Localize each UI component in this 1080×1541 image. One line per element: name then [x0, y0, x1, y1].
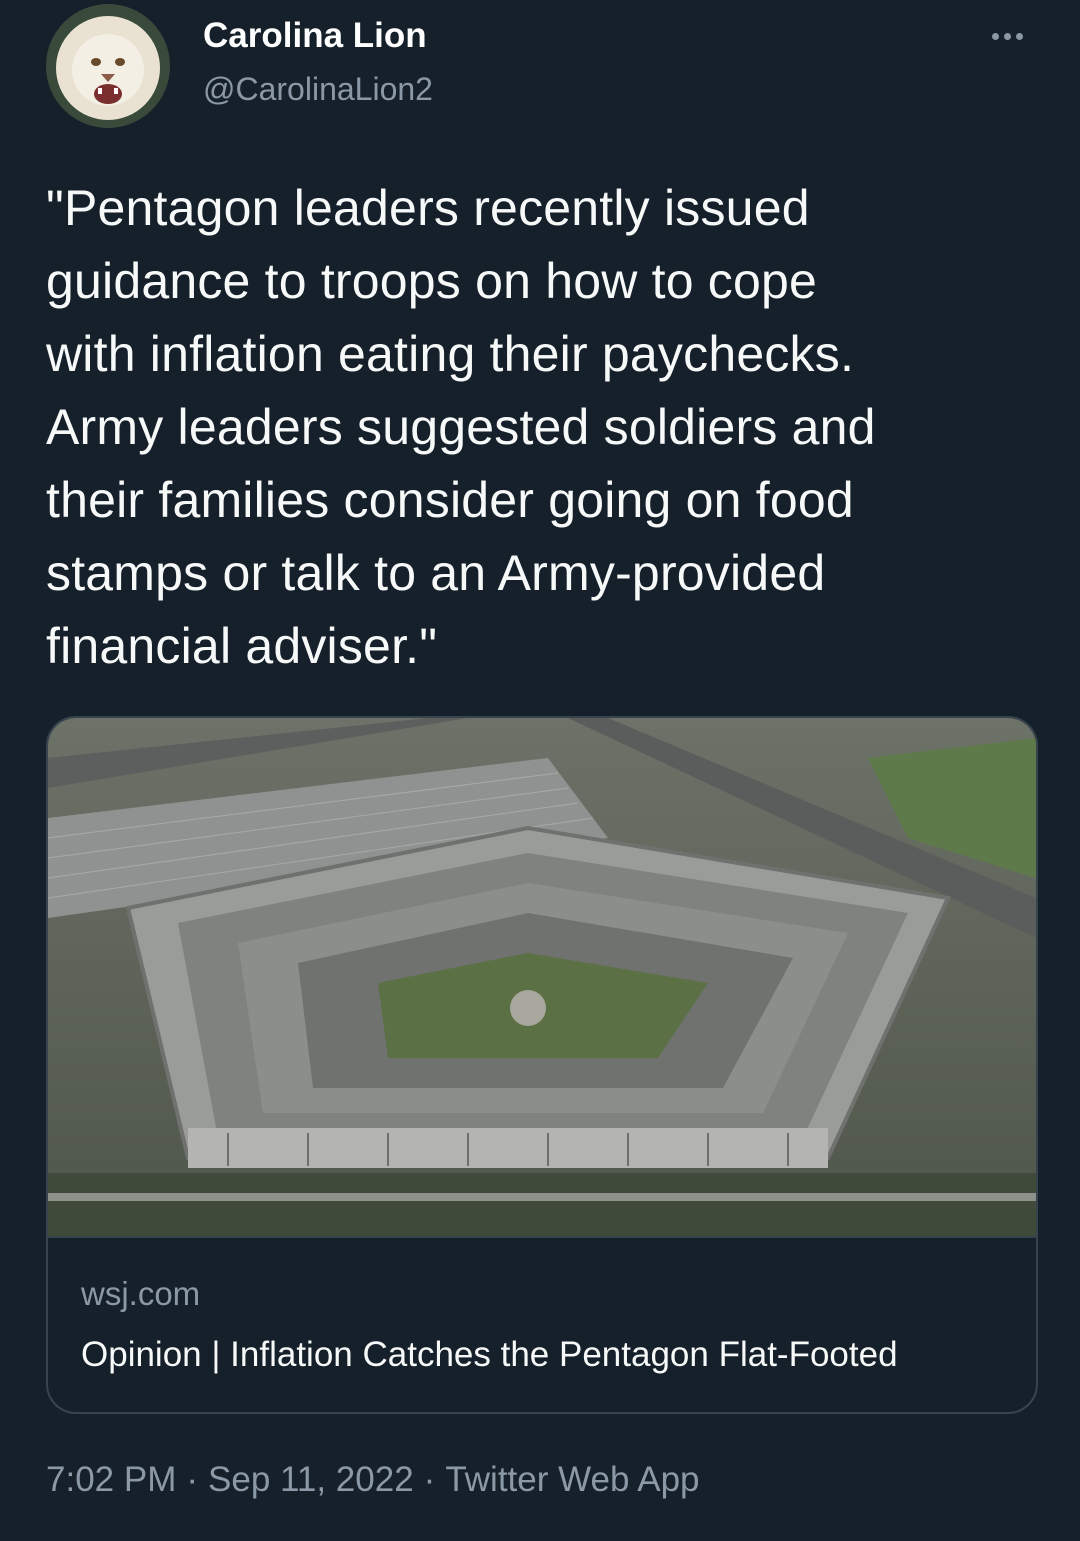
lion-avatar-icon: [46, 4, 170, 128]
meta-separator: ·: [423, 1460, 436, 1499]
more-dot: [1003, 32, 1011, 40]
more-dot: [1015, 32, 1023, 40]
tweet-meta: 7:02 PM · Sep 11, 2022 · Twitter Web App: [46, 1460, 700, 1500]
tweet-time[interactable]: 7:02 PM: [46, 1460, 176, 1499]
card-title: Opinion | Inflation Catches the Pentagon…: [81, 1335, 898, 1374]
link-card[interactable]: wsj.com Opinion | Inflation Catches the …: [46, 716, 1038, 1414]
avatar[interactable]: [46, 4, 170, 128]
author-handle[interactable]: @CarolinaLion2: [203, 71, 433, 108]
pentagon-photo-image: [48, 718, 1036, 1238]
meta-separator: ·: [186, 1460, 199, 1499]
more-dot: [991, 32, 999, 40]
card-domain: wsj.com: [81, 1275, 201, 1312]
tweet-date[interactable]: Sep 11, 2022: [208, 1460, 414, 1499]
more-icon[interactable]: [982, 16, 1032, 56]
tweet-source[interactable]: Twitter Web App: [445, 1460, 699, 1499]
author-name[interactable]: Carolina Lion: [203, 16, 427, 56]
tweet-text: "Pentagon leaders recently issued guidan…: [46, 180, 876, 674]
